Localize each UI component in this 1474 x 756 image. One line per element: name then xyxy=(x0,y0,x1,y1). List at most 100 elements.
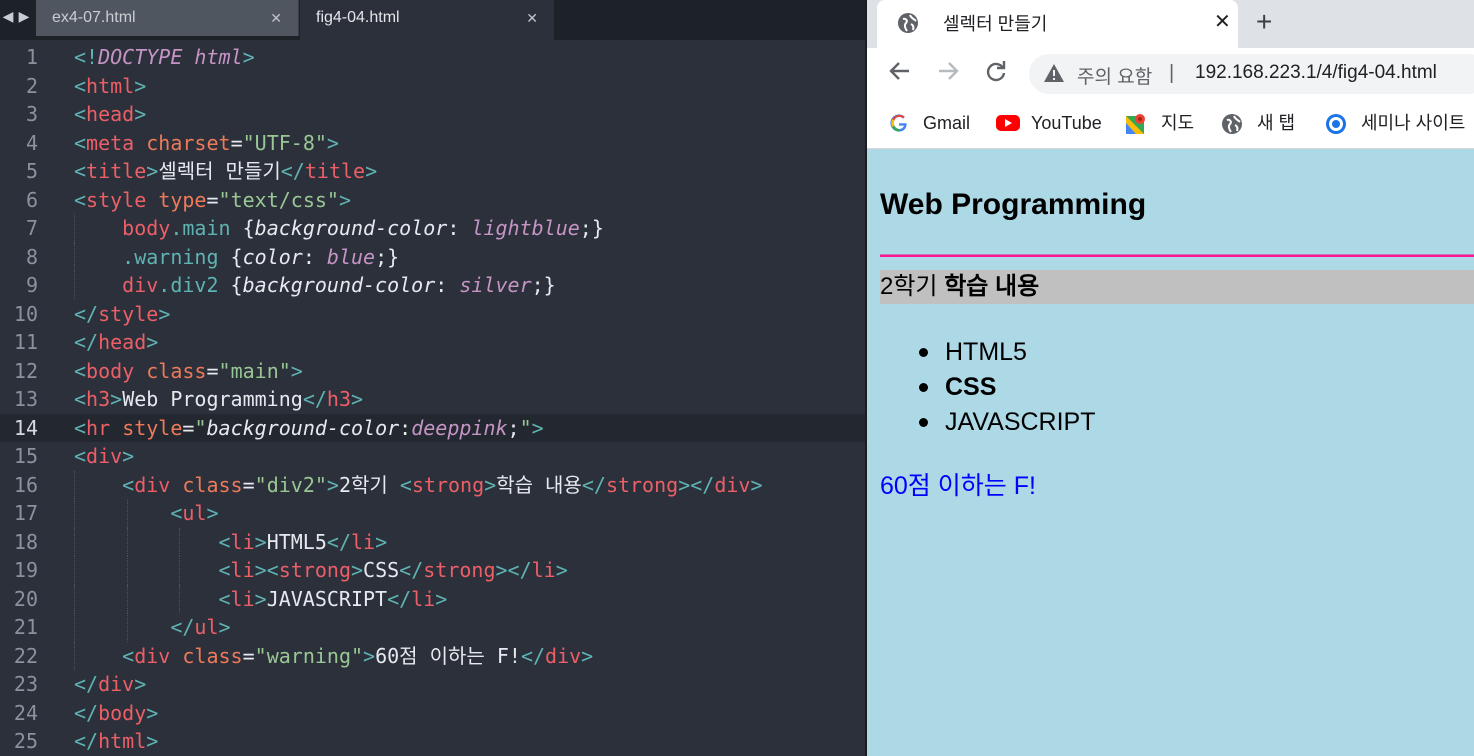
code-token: "div2" xyxy=(254,472,327,497)
code-token: li xyxy=(230,586,255,611)
code-text: <div class="div2">2학기 <strong>학습 내용</str… xyxy=(74,471,762,500)
code-token: style xyxy=(122,415,183,440)
rendered-page: Web Programming 2학기 학습 내용 HTML5 CSS JAVA… xyxy=(867,150,1474,756)
warning-triangle-icon[interactable] xyxy=(1043,63,1065,88)
code-token: </ xyxy=(170,615,195,639)
code-token: background-color xyxy=(242,273,436,297)
warning-text: 60점 이하는 F! xyxy=(880,472,1036,500)
code-token: strong xyxy=(605,472,679,497)
code-line[interactable]: 19 <li><strong>CSS</strong></li> xyxy=(0,556,865,585)
code-token: head xyxy=(98,330,147,354)
code-token: DOCTYPE html xyxy=(98,45,243,69)
code-token: ul xyxy=(194,615,219,639)
code-token: < xyxy=(218,558,231,582)
code-line[interactable]: 21 </ul> xyxy=(0,613,865,642)
code-line[interactable]: 22 <div class="warning">60점 이하는 F!</div> xyxy=(0,641,865,670)
code-line[interactable]: 3 <head> xyxy=(0,100,865,129)
code-line[interactable]: 14 <hr style="background-color:deeppink;"… xyxy=(0,413,865,442)
back-arrow-icon[interactable] xyxy=(887,56,913,94)
code-line[interactable]: 18 <li>HTML5</li> xyxy=(0,527,865,556)
horizontal-rule xyxy=(880,254,1474,257)
editor-tab-fig4-04[interactable]: fig4-04.html ✕ xyxy=(300,0,554,40)
code-line[interactable]: 4 <meta charset="UTF-8"> xyxy=(0,129,865,158)
code-token: > xyxy=(122,444,135,468)
code-token: </ xyxy=(74,729,99,753)
editor-tab-ex4-07[interactable]: ex4-07.html ✕ xyxy=(36,0,299,36)
code-line[interactable]: 6 <style type="text/css"> xyxy=(0,186,865,215)
code-token: > xyxy=(531,415,544,440)
code-token: blue xyxy=(326,244,376,269)
code-area[interactable]: 1 <!DOCTYPE html> 2 <html> 3 <head> 4 <meta cha… xyxy=(0,43,865,756)
code-editor: ◀ ▶ ex4-07.html ✕ fig4-04.html ✕ 1 <!DOCTY… xyxy=(0,0,865,756)
line-number: 19 xyxy=(13,558,38,582)
code-line[interactable]: 13 <h3>Web Programming</h3> xyxy=(0,385,865,414)
code-token: style xyxy=(86,187,147,212)
close-icon[interactable]: ✕ xyxy=(270,0,282,36)
code-line[interactable]: 23 </div> xyxy=(0,670,865,699)
close-icon[interactable]: ✕ xyxy=(1214,9,1231,34)
code-token: <! xyxy=(74,45,99,69)
code-token: > xyxy=(338,187,351,212)
code-text: </ul> xyxy=(74,613,231,642)
code-text: <html> xyxy=(74,72,146,101)
list-item-text: CSS xyxy=(945,373,997,401)
url-text[interactable]: 192.168.223.1/4/fig4-04.html xyxy=(1195,62,1437,84)
code-line[interactable]: 16 <div class="div2">2학기 <strong>학습 내용</… xyxy=(0,470,865,500)
code-line[interactable]: 1 <!DOCTYPE html> xyxy=(0,43,865,72)
code-line[interactable]: 15 <div> xyxy=(0,442,865,471)
code-token: ;} xyxy=(531,273,556,297)
line-number: 16 xyxy=(13,472,38,497)
code-text: <body class="main"> xyxy=(74,357,303,386)
code-line[interactable]: 25 </html> xyxy=(0,727,865,756)
browser-tab-title: 셀렉터 만들기 xyxy=(943,14,1048,34)
code-token: div xyxy=(134,643,171,668)
code-text: div.div2 {background-color: silver;} xyxy=(74,271,556,300)
code-token: ></ xyxy=(678,472,715,497)
list-item-text: JAVASCRIPT xyxy=(945,408,1096,436)
code-token: > xyxy=(555,558,568,582)
code-token: > xyxy=(146,700,159,725)
code-token: li xyxy=(411,586,436,611)
code-token: > xyxy=(218,615,231,639)
code-token: div xyxy=(545,643,582,668)
code-token: div xyxy=(122,273,159,297)
code-token: lightblue xyxy=(471,216,580,240)
maps-icon xyxy=(1125,113,1147,142)
code-token: 2학기 xyxy=(338,472,400,497)
code-line[interactable]: 20 <li>JAVASCRIPT</li> xyxy=(0,584,865,613)
code-text: <head> xyxy=(74,100,146,129)
code-line[interactable]: 2 <html> xyxy=(0,72,865,101)
code-token: = xyxy=(242,643,255,668)
code-line[interactable]: 24 </body> xyxy=(0,699,865,728)
code-token: "UTF-8" xyxy=(242,130,327,155)
code-line[interactable]: 10 </style> xyxy=(0,300,865,329)
code-token: </ xyxy=(520,643,546,668)
close-icon[interactable]: ✕ xyxy=(526,0,538,36)
code-token: deeppink xyxy=(411,415,508,440)
code-line[interactable]: 9 div.div2 {background-color: silver;} xyxy=(0,271,865,300)
forward-arrow-icon[interactable] xyxy=(935,56,961,94)
code-line[interactable]: 17 <ul> xyxy=(0,499,865,528)
address-bar[interactable]: 주의 요함 | 192.168.223.1/4/fig4-04.html xyxy=(1029,54,1474,94)
reload-icon[interactable] xyxy=(983,56,1009,94)
code-token: > xyxy=(146,729,159,753)
tab-next-icon[interactable]: ▶ xyxy=(16,6,32,28)
line-number: 4 xyxy=(25,130,38,155)
line-number: 18 xyxy=(13,529,38,554)
browser-tab[interactable]: 셀렉터 만들기 ✕ xyxy=(877,0,1238,48)
code-line[interactable]: 7 body.main {background-color: lightblue… xyxy=(0,214,865,243)
code-line[interactable]: 11 </head> xyxy=(0,328,865,357)
code-line[interactable]: 12 <body class="main"> xyxy=(0,357,865,386)
tab-prev-icon[interactable]: ◀ xyxy=(0,6,16,28)
new-tab-icon[interactable]: + xyxy=(1256,6,1272,38)
code-token: > xyxy=(290,358,303,383)
code-token: background-color xyxy=(254,216,448,240)
code-line[interactable]: 5 <title>셀렉터 만들기</title> xyxy=(0,157,865,186)
code-line[interactable]: 8 .warning {color: blue;} xyxy=(0,242,865,271)
code-token: CSS xyxy=(363,558,400,582)
line-number: 14 xyxy=(13,415,38,440)
line-number: 25 xyxy=(13,729,38,753)
